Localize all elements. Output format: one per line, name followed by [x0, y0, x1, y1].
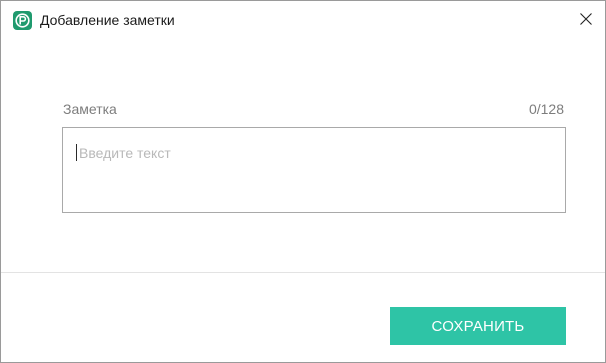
title-bar: Добавление заметки: [1, 1, 605, 39]
dialog-window: Добавление заметки Заметка 0/128 Введите…: [0, 0, 606, 363]
note-placeholder: Введите текст: [79, 145, 171, 161]
char-counter: 0/128: [528, 101, 564, 117]
window-title: Добавление заметки: [40, 12, 175, 28]
close-icon: [580, 13, 592, 25]
note-label: Заметка: [63, 101, 117, 117]
note-textarea[interactable]: Введите текст: [62, 127, 566, 213]
close-button[interactable]: [567, 1, 605, 39]
footer-divider: [1, 272, 605, 273]
app-logo-icon: [13, 11, 32, 30]
text-caret: [76, 144, 77, 161]
save-button[interactable]: СОХРАНИТЬ: [390, 307, 566, 345]
